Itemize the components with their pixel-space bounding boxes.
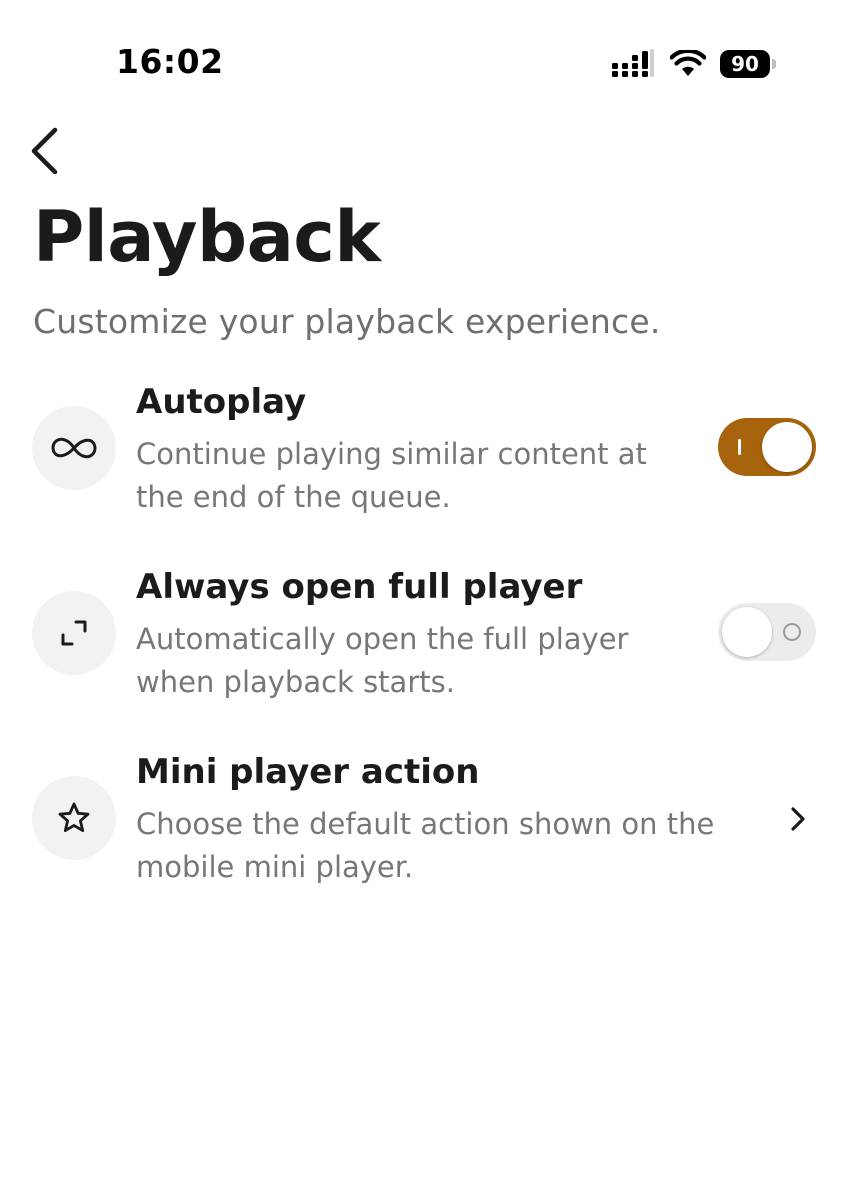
autoplay-toggle[interactable] — [718, 418, 816, 476]
infinity-icon — [51, 437, 97, 459]
setting-description: Automatically open the full player when … — [136, 622, 629, 699]
infinity-icon-circle — [32, 406, 116, 490]
back-button[interactable] — [22, 124, 66, 178]
status-bar: 16:02 90 — [0, 0, 852, 120]
setting-row-mini-player-action[interactable]: Mini player action Choose the default ac… — [0, 748, 852, 898]
setting-title: Mini player action — [136, 752, 480, 792]
toggle-knob — [762, 422, 812, 472]
setting-description: Choose the default action shown on the m… — [136, 807, 715, 884]
toggle-off-mark — [783, 623, 801, 641]
chevron-right-icon[interactable] — [788, 804, 808, 834]
battery-cap — [772, 59, 776, 69]
page-subtitle: Customize your playback experience. — [33, 302, 661, 341]
expand-icon — [61, 620, 87, 646]
signal-icon — [612, 49, 654, 77]
status-icons: 90 — [612, 44, 776, 84]
page-title: Playback — [33, 196, 381, 278]
battery-level: 90 — [720, 50, 771, 78]
star-icon — [58, 802, 90, 832]
star-icon-circle — [32, 776, 116, 860]
chevron-left-icon — [31, 127, 58, 175]
status-time: 16:02 — [116, 42, 224, 81]
setting-row-autoplay[interactable]: Autoplay Continue playing similar conten… — [0, 378, 852, 528]
setting-description: Continue playing similar content at the … — [136, 437, 647, 514]
setting-title: Always open full player — [136, 567, 583, 607]
toggle-on-mark — [738, 439, 741, 455]
setting-title: Autoplay — [136, 382, 307, 422]
always-open-full-player-toggle[interactable] — [718, 603, 816, 661]
wifi-icon — [670, 50, 706, 76]
battery-icon: 90 — [720, 49, 776, 79]
setting-row-always-open-full-player[interactable]: Always open full player Automatically op… — [0, 563, 852, 713]
expand-icon-circle — [32, 591, 116, 675]
toggle-knob — [722, 607, 772, 657]
